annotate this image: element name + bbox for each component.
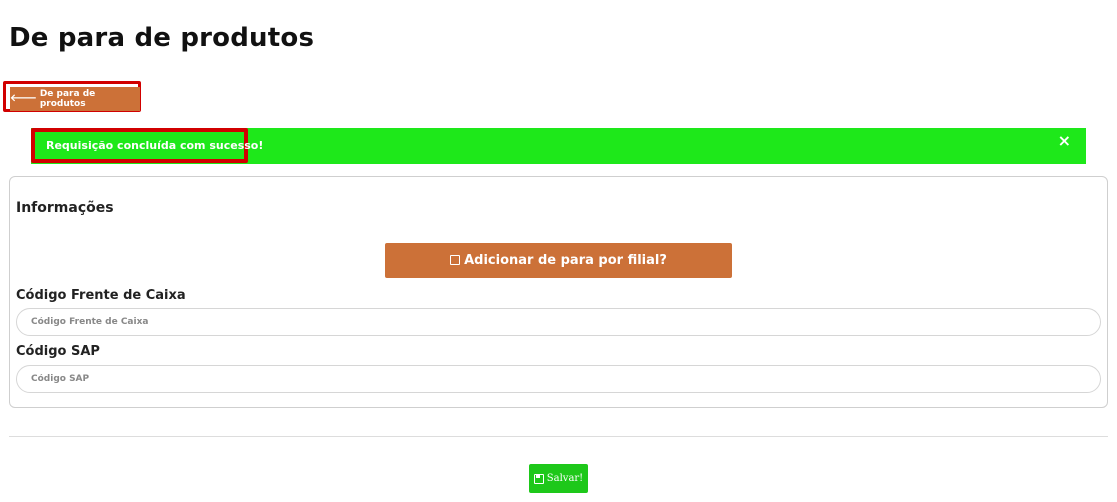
- pos-code-input[interactable]: [16, 308, 1101, 336]
- save-button[interactable]: Salvar!: [529, 464, 588, 493]
- save-button-label: Salvar!: [546, 473, 584, 484]
- close-icon[interactable]: ×: [1058, 131, 1071, 150]
- page-title: De para de produtos: [9, 23, 315, 53]
- pos-code-label: Código Frente de Caixa: [16, 288, 186, 303]
- back-button[interactable]: 🡐 De para de produtos: [10, 87, 140, 111]
- alert-message: Requisição concluída com sucesso!: [46, 139, 264, 152]
- section-title: Informações: [16, 200, 114, 216]
- arrow-left-icon: 🡐: [10, 93, 37, 104]
- sap-code-label: Código SAP: [16, 344, 100, 359]
- success-alert: Requisição concluída com sucesso! ×: [31, 128, 1086, 164]
- page: De para de produtos 🡐 De para de produto…: [0, 0, 1117, 502]
- floppy-disk-icon: [533, 473, 544, 484]
- divider: [9, 436, 1108, 437]
- checkbox-icon: [450, 255, 461, 265]
- back-button-label: De para de produtos: [39, 89, 96, 109]
- sap-code-input[interactable]: [16, 365, 1101, 393]
- add-by-branch-label: Adicionar de para por filial?: [464, 253, 667, 268]
- add-by-branch-button[interactable]: Adicionar de para por filial?: [385, 243, 732, 278]
